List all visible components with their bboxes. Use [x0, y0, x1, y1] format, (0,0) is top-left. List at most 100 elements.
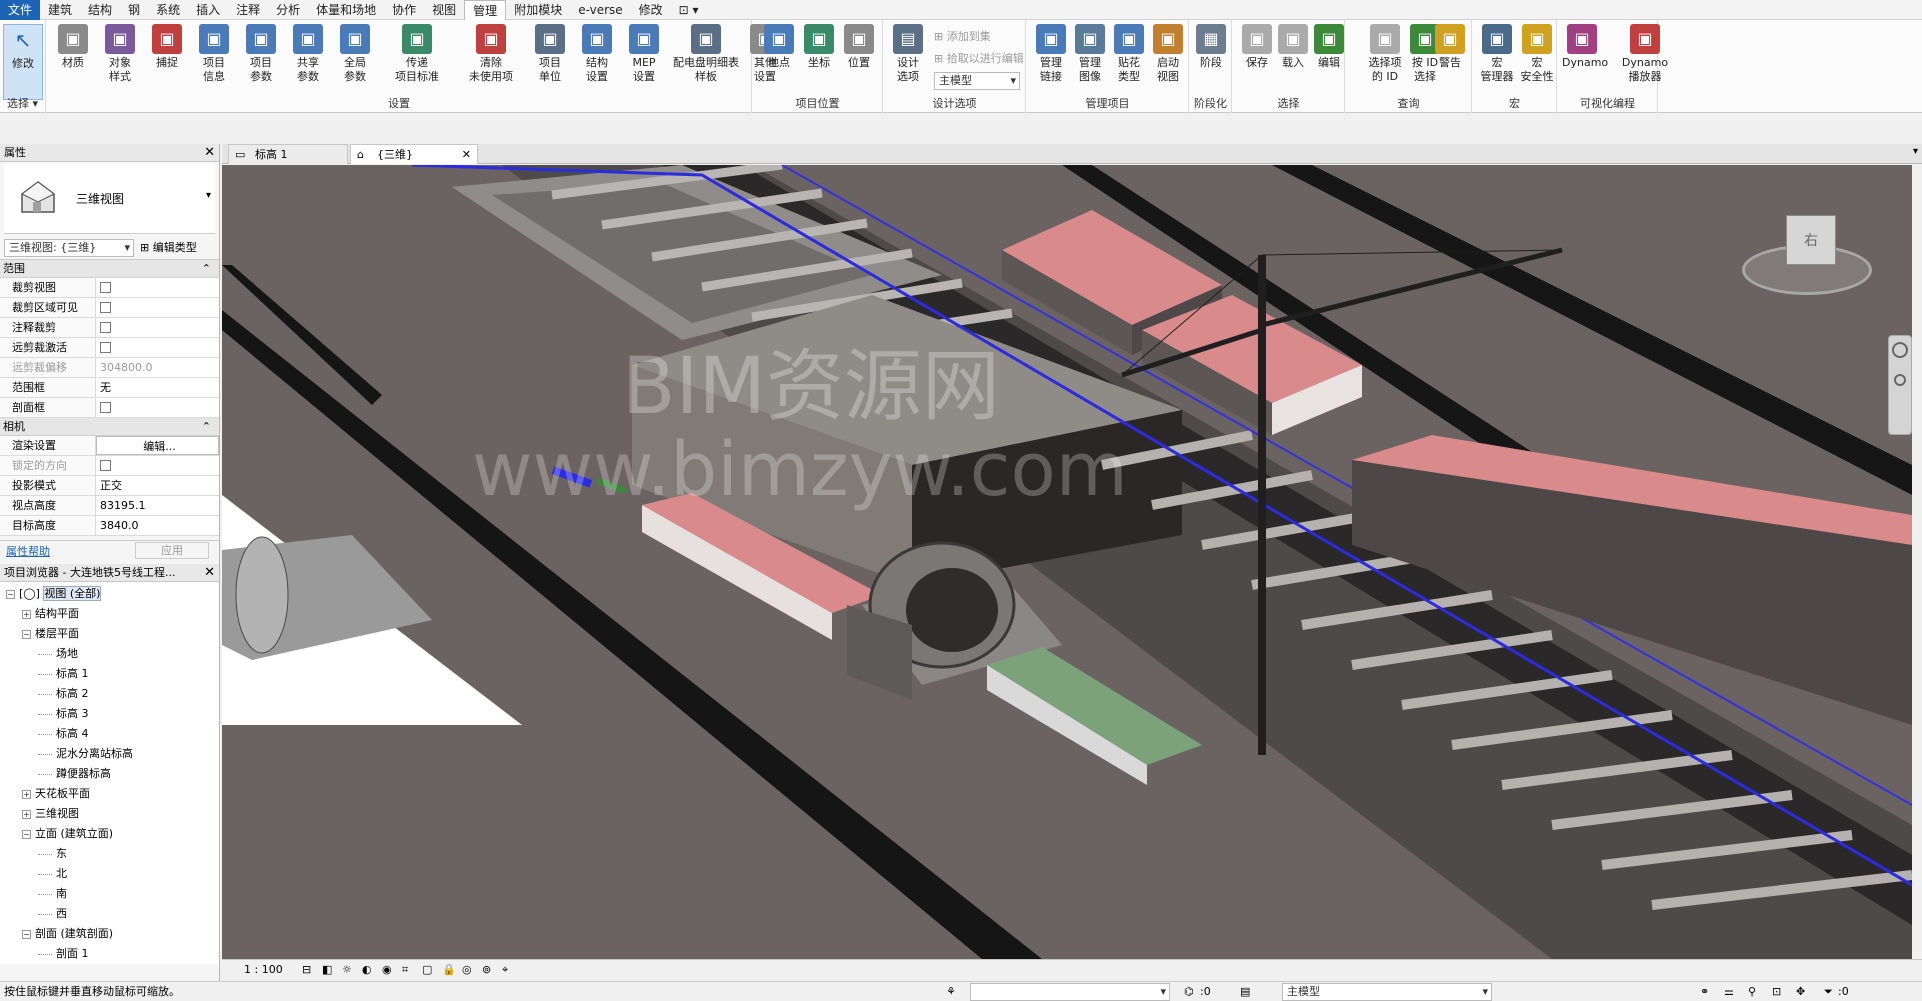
apply-button[interactable]: 应用	[135, 542, 209, 559]
phases-button[interactable]: ▦ 阶段	[1191, 24, 1231, 70]
select-dropdown[interactable]: 选择 ▾	[0, 95, 45, 111]
menu-4[interactable]: 系统	[148, 0, 188, 20]
workset-combo[interactable]: ▾	[970, 983, 1170, 1001]
ribbon-tool-settings-3[interactable]: ▣ 项目 信息	[194, 24, 234, 84]
temp-hide-icon[interactable]: ◎	[462, 960, 472, 979]
browser-item[interactable]: + 三维视图	[0, 804, 219, 824]
menu-6[interactable]: 注释	[228, 0, 268, 20]
browser-item[interactable]: + 天花板平面	[0, 784, 219, 804]
zoom-icon[interactable]	[1894, 374, 1906, 386]
ribbon-tool-settings-8[interactable]: ▣ 清除 未使用项	[456, 24, 526, 84]
property-checkbox[interactable]	[100, 402, 111, 413]
menu-14[interactable]: 修改	[631, 0, 671, 20]
worksharing-icon[interactable]: ⌖	[502, 960, 508, 979]
ribbon-tool-settings-9[interactable]: ▣ 项目 单位	[530, 24, 570, 84]
property-value[interactable]: 正交	[96, 476, 219, 495]
expand-icon[interactable]: +	[22, 810, 31, 819]
modify-button[interactable]: ↖ 修改	[3, 24, 43, 100]
property-checkbox[interactable]	[100, 282, 111, 293]
ribbon-tool-selection-1[interactable]: ▣ 载入	[1273, 24, 1313, 70]
property-value[interactable]: 3840.0	[96, 516, 219, 535]
menu-13[interactable]: e-verse	[570, 0, 630, 20]
visual-style-icon[interactable]: ◧	[322, 960, 332, 979]
expand-icon[interactable]: +	[22, 610, 31, 619]
ribbon-tool-settings-4[interactable]: ▣ 项目 参数	[241, 24, 281, 84]
active-option-combo[interactable]: 主模型 ▾	[1282, 983, 1492, 1001]
property-value[interactable]	[96, 338, 219, 357]
property-value[interactable]	[96, 278, 219, 297]
browser-item[interactable]: 西	[0, 904, 219, 924]
ribbon-tool-settings-1[interactable]: ▣ 对象 样式	[100, 24, 140, 84]
property-value[interactable]: 304800.0	[96, 358, 219, 377]
design-options-button[interactable]: ▤ 设计 选项	[888, 24, 928, 84]
scale-label[interactable]: 1 : 100	[244, 960, 283, 979]
3d-viewport[interactable]: BIM资源网 www.bimzyw.com 右	[222, 165, 1912, 959]
properties-help-link[interactable]: 属性帮助	[6, 543, 50, 559]
menu-2[interactable]: 结构	[80, 0, 120, 20]
menu-0[interactable]: 文件	[0, 0, 41, 20]
ribbon-tool-visual-0[interactable]: ▣ Dynamo	[1562, 24, 1608, 70]
property-checkbox[interactable]	[100, 322, 111, 333]
reveal-hidden-icon[interactable]: ⊚	[482, 960, 491, 979]
menu-5[interactable]: 插入	[188, 0, 228, 20]
property-checkbox[interactable]	[100, 342, 111, 353]
tab-level-1[interactable]: ▭ 标高 1	[228, 144, 348, 164]
menu-3[interactable]: 钢	[120, 0, 148, 20]
close-icon[interactable]: ✕	[204, 144, 215, 162]
steering-wheel-icon[interactable]	[1892, 342, 1908, 358]
ribbon-tool-settings-2[interactable]: ▣ 捕捉	[147, 24, 187, 70]
tab-3d-view[interactable]: ⌂ {三维} ✕	[350, 144, 478, 164]
view-cube[interactable]: 右	[1742, 205, 1872, 295]
expand-icon[interactable]: +	[22, 790, 31, 799]
ribbon-tool-manage-1[interactable]: ▣ 管理 图像	[1070, 24, 1110, 84]
ribbon-tool-manage-0[interactable]: ▣ 管理 链接	[1031, 24, 1071, 84]
instance-selector[interactable]: 三维视图: {三维} ▾	[4, 239, 134, 257]
ribbon-tool-selection-0[interactable]: ▣ 保存	[1237, 24, 1277, 70]
browser-item[interactable]: 标高 4	[0, 724, 219, 744]
collapse-icon[interactable]: −	[6, 590, 15, 599]
ribbon-tool-macros-0[interactable]: ▣ 宏 管理器	[1477, 24, 1517, 84]
close-tab-icon[interactable]: ✕	[462, 145, 471, 165]
detail-level-icon[interactable]: ⊟	[302, 960, 311, 979]
browser-item[interactable]: 东	[0, 844, 219, 864]
browser-item[interactable]: − 立面 (建筑立面)	[0, 824, 219, 844]
browser-item[interactable]: 场地	[0, 644, 219, 664]
ribbon-tool-macros-1[interactable]: ▣ 宏 安全性	[1517, 24, 1557, 84]
ribbon-tool-location-2[interactable]: ▣ 位置	[839, 24, 879, 70]
property-checkbox[interactable]	[100, 302, 111, 313]
ribbon-tool-settings-12[interactable]: ▣ 配电盘明细表 样板	[671, 24, 741, 84]
ribbon-tool-location-0[interactable]: ▣ 地点	[759, 24, 799, 70]
ribbon-tool-settings-11[interactable]: ▣ MEP 设置	[624, 24, 664, 84]
collapse-icon[interactable]: −	[22, 830, 31, 839]
ribbon-tool-settings-0[interactable]: ▣ 材质	[53, 24, 93, 70]
ribbon-tool-visual-1[interactable]: ▣ Dynamo 播放器	[1610, 24, 1680, 84]
ribbon-tool-location-1[interactable]: ▣ 坐标	[799, 24, 839, 70]
browser-item[interactable]: 标高 3	[0, 704, 219, 724]
browser-item[interactable]: 泥水分离站标高	[0, 744, 219, 764]
crop-view-icon[interactable]: ⌗	[402, 960, 408, 979]
pick-to-edit-button[interactable]: ⊞ 拾取以进行编辑	[934, 50, 1024, 66]
property-checkbox[interactable]	[100, 460, 111, 471]
menu-7[interactable]: 分析	[268, 0, 308, 20]
browser-item[interactable]: − 剖面 (建筑剖面)	[0, 924, 219, 944]
menu-15[interactable]: ⊡ ▾	[671, 0, 707, 20]
edit-type-button[interactable]: ⊞ 编辑类型	[140, 239, 197, 255]
collapse-icon[interactable]: −	[22, 630, 31, 639]
category-camera[interactable]: 相机 ⌃	[0, 418, 219, 436]
design-option-combo[interactable]: 主模型 ▾	[934, 72, 1020, 90]
property-value[interactable]: 83195.1	[96, 496, 219, 515]
select-links-icon[interactable]: ⚭	[1700, 982, 1709, 1001]
design-options-icon[interactable]: ▤	[1240, 982, 1250, 1001]
property-value[interactable]	[96, 298, 219, 317]
lock-view-icon[interactable]: 🔒	[442, 960, 456, 979]
property-value[interactable]: 无	[96, 378, 219, 397]
tabs-menu-icon[interactable]: ▾	[1913, 146, 1918, 157]
property-value[interactable]	[96, 398, 219, 417]
property-value[interactable]	[96, 456, 219, 475]
collapse-icon[interactable]: −	[22, 930, 31, 939]
menu-10[interactable]: 视图	[424, 0, 464, 20]
menu-12[interactable]: 附加模块	[506, 0, 570, 20]
menu-11[interactable]: 管理	[464, 0, 507, 20]
filter-icon[interactable]: ⏷	[1824, 982, 1833, 1001]
browser-item[interactable]: 南	[0, 884, 219, 904]
